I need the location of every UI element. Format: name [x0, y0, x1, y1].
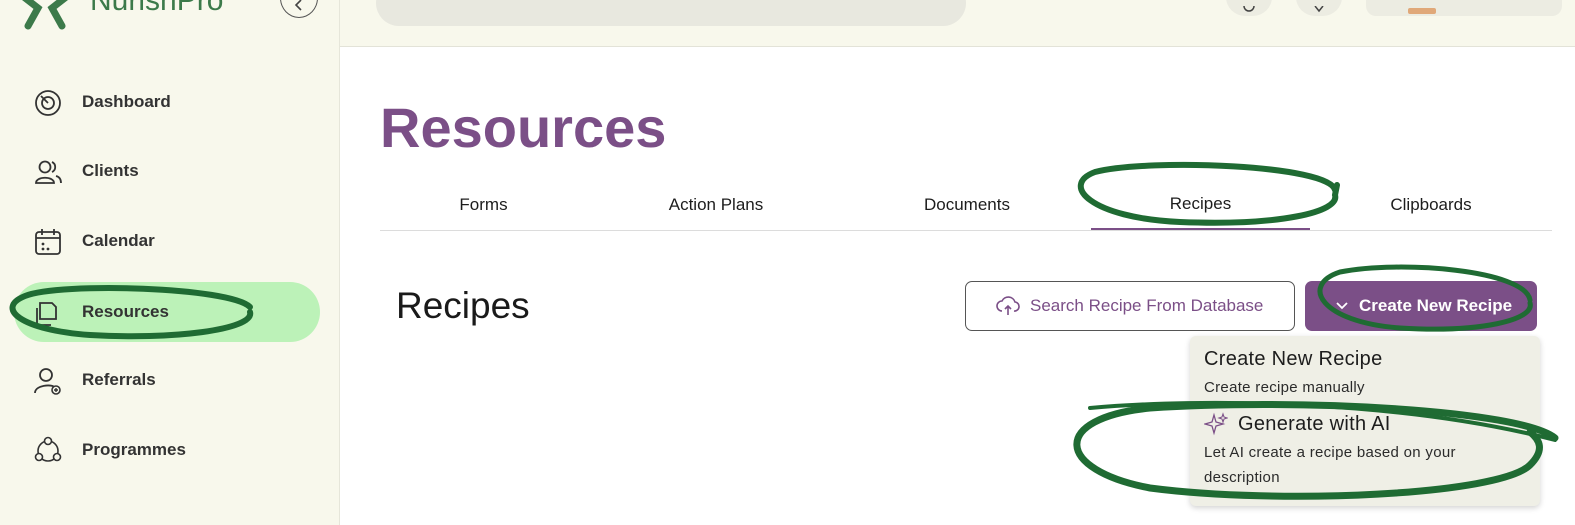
page-title: Resources	[380, 96, 667, 159]
profile-menu[interactable]	[1366, 0, 1562, 16]
chevron-left-icon	[294, 0, 302, 11]
menu-item-description: Let AI create a recipe based on your des…	[1204, 444, 1456, 486]
sidebar-item-resources[interactable]: Resources	[14, 282, 320, 342]
users-icon	[35, 160, 62, 184]
create-recipe-dropdown: Create New Recipe Create recipe manually…	[1190, 336, 1540, 506]
tab-forms[interactable]: Forms	[380, 180, 587, 230]
dashboard-gauge-icon	[35, 90, 61, 116]
sidebar-item-referrals[interactable]: Referrals	[14, 350, 320, 410]
cloud-upload-icon	[996, 296, 1020, 315]
documents-stack-icon	[36, 302, 57, 326]
settings-button[interactable]	[1226, 0, 1272, 16]
search-recipe-database-button[interactable]: Search Recipe From Database	[965, 281, 1295, 331]
sidebar-item-label: Calendar	[82, 231, 155, 250]
user-plus-icon	[34, 368, 61, 395]
sidebar-item-calendar[interactable]: Calendar	[14, 211, 320, 271]
tab-documents[interactable]: Documents	[850, 180, 1084, 230]
menu-item-title: Create New Recipe	[1204, 348, 1383, 370]
tab-clipboards[interactable]: Clipboards	[1320, 180, 1542, 230]
collapse-sidebar-button[interactable]	[280, 0, 318, 18]
sidebar-item-programmes[interactable]: Programmes	[14, 420, 320, 480]
notifications-button[interactable]	[1296, 0, 1342, 16]
gear-icon	[1243, 6, 1255, 12]
resource-tabs: Forms Action Plans Documents Recipes Cli…	[380, 180, 1552, 231]
sidebar-item-label: Resources	[82, 302, 169, 321]
create-new-recipe-button[interactable]: Create New Recipe	[1305, 281, 1537, 331]
sidebar-item-label: Programmes	[82, 440, 186, 459]
calendar-icon	[35, 229, 61, 255]
sparkles-icon	[1204, 412, 1228, 436]
sidebar-item-dashboard[interactable]: Dashboard	[14, 72, 320, 132]
sidebar-item-label: Referrals	[82, 370, 156, 389]
sidebar-item-label: Clients	[82, 161, 139, 180]
section-title: Recipes	[396, 285, 530, 326]
sidebar: NurishPro Dashboard Clients Calendar Res…	[0, 0, 340, 525]
network-circle-icon	[34, 436, 62, 462]
tab-recipes[interactable]: Recipes	[1091, 180, 1310, 230]
brand-name: NurishPro	[90, 0, 224, 17]
top-bar	[340, 0, 1575, 47]
avatar	[1408, 8, 1436, 14]
brand-logo-icon	[22, 0, 68, 30]
menu-item-title: Generate with AI	[1238, 412, 1391, 435]
tab-action-plans[interactable]: Action Plans	[600, 180, 832, 230]
search-input[interactable]	[376, 0, 966, 26]
sidebar-item-clients[interactable]: Clients	[14, 141, 320, 201]
create-new-recipe-label: Create New Recipe	[1359, 296, 1513, 315]
menu-item-description: Create recipe manually	[1204, 379, 1365, 396]
chevron-down-icon	[1336, 302, 1348, 310]
sidebar-item-label: Dashboard	[82, 92, 171, 111]
bell-icon	[1314, 6, 1324, 13]
search-recipe-database-label: Search Recipe From Database	[1030, 296, 1264, 315]
menu-item-create-manually[interactable]: Create New Recipe Create recipe manually	[1204, 348, 1530, 400]
menu-item-generate-with-ai[interactable]: Generate with AI Let AI create a recipe …	[1204, 412, 1530, 490]
